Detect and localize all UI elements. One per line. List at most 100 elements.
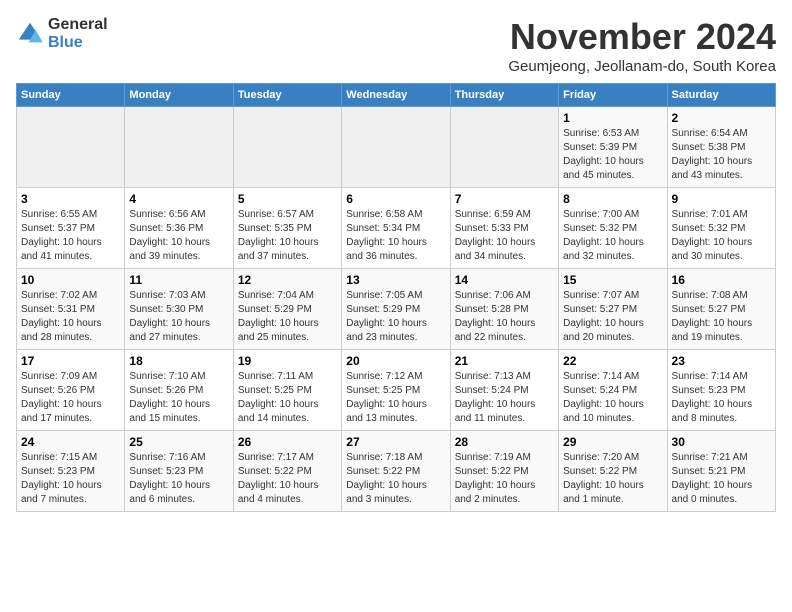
calendar-cell: 3 Sunrise: 6:55 AM Sunset: 5:37 PM Daylig… — [17, 188, 125, 269]
day-info: Sunrise: 7:02 AM Sunset: 5:31 PM Dayligh… — [21, 289, 120, 345]
logo-icon — [16, 20, 44, 48]
title-block: November 2024 Geumjeong, Jeollanam-do, S… — [508, 16, 776, 75]
day-info: Sunrise: 7:10 AM Sunset: 5:26 PM Dayligh… — [129, 370, 228, 426]
calendar-cell: 9 Sunrise: 7:01 AM Sunset: 5:32 PM Daylig… — [667, 188, 775, 269]
calendar-cell — [233, 107, 341, 188]
calendar-cell: 11 Sunrise: 7:03 AM Sunset: 5:30 PM Dayli… — [125, 269, 233, 350]
day-info: Sunrise: 7:14 AM Sunset: 5:23 PM Dayligh… — [672, 370, 771, 426]
logo: General Blue — [16, 16, 108, 51]
day-info: Sunrise: 7:19 AM Sunset: 5:22 PM Dayligh… — [455, 451, 554, 507]
day-number: 11 — [129, 273, 228, 287]
calendar-cell — [450, 107, 558, 188]
calendar-cell — [125, 107, 233, 188]
calendar-cell: 30Sunrise: 7:21 AM Sunset: 5:21 PM Dayli… — [667, 431, 775, 512]
week-row-1: 1Sunrise: 6:53 AM Sunset: 5:39 PM Daylig… — [17, 107, 776, 188]
day-number: 21 — [455, 354, 554, 368]
logo-text: General Blue — [48, 16, 108, 51]
day-info: Sunrise: 7:06 AM Sunset: 5:28 PM Dayligh… — [455, 289, 554, 345]
day-info: Sunrise: 6:55 AM Sunset: 5:37 PM Dayligh… — [21, 208, 120, 264]
calendar-cell: 23Sunrise: 7:14 AM Sunset: 5:23 PM Dayli… — [667, 350, 775, 431]
day-info: Sunrise: 7:12 AM Sunset: 5:25 PM Dayligh… — [346, 370, 445, 426]
day-info: Sunrise: 6:59 AM Sunset: 5:33 PM Dayligh… — [455, 208, 554, 264]
weekday-header-friday: Friday — [559, 84, 667, 107]
calendar-cell: 10 Sunrise: 7:02 AM Sunset: 5:31 PM Dayli… — [17, 269, 125, 350]
week-row-4: 17 Sunrise: 7:09 AM Sunset: 5:26 PM Dayli… — [17, 350, 776, 431]
calendar-cell: 22 Sunrise: 7:14 AM Sunset: 5:24 PM Dayli… — [559, 350, 667, 431]
day-info: Sunrise: 6:57 AM Sunset: 5:35 PM Dayligh… — [238, 208, 337, 264]
day-number: 1 — [563, 111, 662, 125]
day-info: Sunrise: 6:56 AM Sunset: 5:36 PM Dayligh… — [129, 208, 228, 264]
day-number: 12 — [238, 273, 337, 287]
calendar-cell: 18 Sunrise: 7:10 AM Sunset: 5:26 PM Dayli… — [125, 350, 233, 431]
day-info: Sunrise: 7:18 AM Sunset: 5:22 PM Dayligh… — [346, 451, 445, 507]
day-number: 19 — [238, 354, 337, 368]
calendar-cell: 26 Sunrise: 7:17 AM Sunset: 5:22 PM Dayli… — [233, 431, 341, 512]
calendar-cell — [17, 107, 125, 188]
weekday-header-row: SundayMondayTuesdayWednesdayThursdayFrid… — [17, 84, 776, 107]
day-number: 22 — [563, 354, 662, 368]
week-row-3: 10 Sunrise: 7:02 AM Sunset: 5:31 PM Dayli… — [17, 269, 776, 350]
day-info: Sunrise: 7:01 AM Sunset: 5:32 PM Dayligh… — [672, 208, 771, 264]
day-number: 4 — [129, 192, 228, 206]
calendar-cell: 2 Sunrise: 6:54 AM Sunset: 5:38 PM Daylig… — [667, 107, 775, 188]
calendar-cell: 28 Sunrise: 7:19 AM Sunset: 5:22 PM Dayli… — [450, 431, 558, 512]
day-number: 7 — [455, 192, 554, 206]
page-header: General Blue November 2024 Geumjeong, Je… — [16, 16, 776, 75]
day-info: Sunrise: 7:00 AM Sunset: 5:32 PM Dayligh… — [563, 208, 662, 264]
day-info: Sunrise: 6:58 AM Sunset: 5:34 PM Dayligh… — [346, 208, 445, 264]
day-number: 28 — [455, 435, 554, 449]
day-number: 24 — [21, 435, 120, 449]
calendar-cell: 19 Sunrise: 7:11 AM Sunset: 5:25 PM Dayli… — [233, 350, 341, 431]
day-info: Sunrise: 6:54 AM Sunset: 5:38 PM Dayligh… — [672, 127, 771, 183]
day-info: Sunrise: 7:21 AM Sunset: 5:21 PM Dayligh… — [672, 451, 771, 507]
weekday-header-tuesday: Tuesday — [233, 84, 341, 107]
day-number: 5 — [238, 192, 337, 206]
day-number: 6 — [346, 192, 445, 206]
day-number: 2 — [672, 111, 771, 125]
day-info: Sunrise: 7:03 AM Sunset: 5:30 PM Dayligh… — [129, 289, 228, 345]
day-number: 16 — [672, 273, 771, 287]
calendar-cell: 24 Sunrise: 7:15 AM Sunset: 5:23 PM Dayli… — [17, 431, 125, 512]
day-number: 15 — [563, 273, 662, 287]
calendar-cell: 5 Sunrise: 6:57 AM Sunset: 5:35 PM Daylig… — [233, 188, 341, 269]
day-info: Sunrise: 7:20 AM Sunset: 5:22 PM Dayligh… — [563, 451, 662, 507]
day-number: 25 — [129, 435, 228, 449]
day-number: 10 — [21, 273, 120, 287]
calendar-cell: 8 Sunrise: 7:00 AM Sunset: 5:32 PM Daylig… — [559, 188, 667, 269]
day-number: 26 — [238, 435, 337, 449]
day-number: 14 — [455, 273, 554, 287]
day-info: Sunrise: 7:07 AM Sunset: 5:27 PM Dayligh… — [563, 289, 662, 345]
month-title: November 2024 — [508, 16, 776, 58]
day-info: Sunrise: 7:09 AM Sunset: 5:26 PM Dayligh… — [21, 370, 120, 426]
weekday-header-wednesday: Wednesday — [342, 84, 450, 107]
calendar-cell — [342, 107, 450, 188]
calendar-cell: 7 Sunrise: 6:59 AM Sunset: 5:33 PM Daylig… — [450, 188, 558, 269]
calendar-cell: 21 Sunrise: 7:13 AM Sunset: 5:24 PM Dayli… — [450, 350, 558, 431]
day-number: 18 — [129, 354, 228, 368]
calendar-cell: 14 Sunrise: 7:06 AM Sunset: 5:28 PM Dayli… — [450, 269, 558, 350]
day-info: Sunrise: 7:05 AM Sunset: 5:29 PM Dayligh… — [346, 289, 445, 345]
location-subtitle: Geumjeong, Jeollanam-do, South Korea — [508, 58, 776, 75]
day-number: 8 — [563, 192, 662, 206]
day-number: 29 — [563, 435, 662, 449]
calendar-cell: 27 Sunrise: 7:18 AM Sunset: 5:22 PM Dayli… — [342, 431, 450, 512]
calendar-cell: 15 Sunrise: 7:07 AM Sunset: 5:27 PM Dayli… — [559, 269, 667, 350]
day-number: 3 — [21, 192, 120, 206]
day-number: 17 — [21, 354, 120, 368]
weekday-header-thursday: Thursday — [450, 84, 558, 107]
day-info: Sunrise: 7:17 AM Sunset: 5:22 PM Dayligh… — [238, 451, 337, 507]
calendar-cell: 25 Sunrise: 7:16 AM Sunset: 5:23 PM Dayli… — [125, 431, 233, 512]
day-info: Sunrise: 7:13 AM Sunset: 5:24 PM Dayligh… — [455, 370, 554, 426]
day-info: Sunrise: 7:15 AM Sunset: 5:23 PM Dayligh… — [21, 451, 120, 507]
day-info: Sunrise: 7:04 AM Sunset: 5:29 PM Dayligh… — [238, 289, 337, 345]
day-info: Sunrise: 7:16 AM Sunset: 5:23 PM Dayligh… — [129, 451, 228, 507]
logo-general: General — [48, 16, 108, 34]
calendar-cell: 4 Sunrise: 6:56 AM Sunset: 5:36 PM Daylig… — [125, 188, 233, 269]
calendar-cell: 12 Sunrise: 7:04 AM Sunset: 5:29 PM Dayli… — [233, 269, 341, 350]
day-number: 9 — [672, 192, 771, 206]
day-info: Sunrise: 7:14 AM Sunset: 5:24 PM Dayligh… — [563, 370, 662, 426]
day-number: 27 — [346, 435, 445, 449]
day-info: Sunrise: 7:11 AM Sunset: 5:25 PM Dayligh… — [238, 370, 337, 426]
logo-blue: Blue — [48, 34, 108, 52]
week-row-5: 24 Sunrise: 7:15 AM Sunset: 5:23 PM Dayli… — [17, 431, 776, 512]
